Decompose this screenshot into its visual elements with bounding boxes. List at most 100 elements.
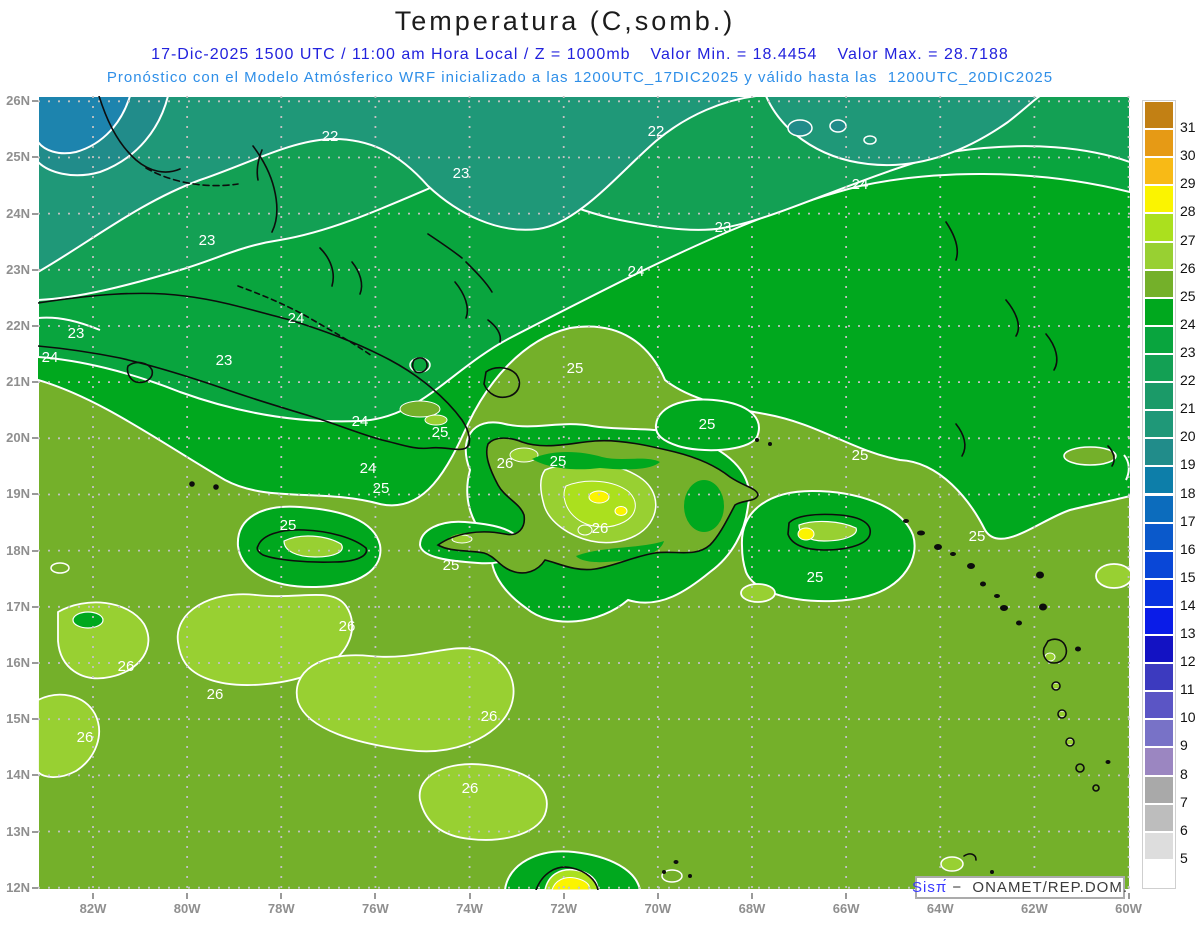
datetime-text: 17-Dic-2025 1500 UTC / 11:00 am Hora Loc… xyxy=(151,46,631,63)
lat-label-24N: 24N xyxy=(6,205,30,221)
colorbar-label-6: 6 xyxy=(1180,821,1188,838)
contour-label-23: 23 xyxy=(715,219,732,236)
contour-label-24: 24 xyxy=(42,349,59,366)
contour-label-26: 26 xyxy=(118,658,135,675)
colorbar-segment xyxy=(1144,101,1174,130)
colorbar-label-25: 25 xyxy=(1180,287,1196,304)
lon-tick xyxy=(280,893,283,899)
attribution-box: Sisπ́ − ONAMET/REP.DOM. xyxy=(911,876,1129,899)
colorbar-segment xyxy=(1144,578,1174,607)
colorbar-segment xyxy=(1144,157,1174,186)
sispi-brand: Sisπ́ xyxy=(911,879,948,896)
contour-label-23: 23 xyxy=(453,165,470,182)
contour-label-25: 25 xyxy=(969,528,986,545)
colorbar-segment xyxy=(1144,831,1174,860)
contour-label-25: 25 xyxy=(432,424,449,441)
lat-label-13N: 13N xyxy=(6,823,30,839)
colorbar-label-31: 31 xyxy=(1180,119,1196,136)
lon-label-82W: 82W xyxy=(79,901,107,916)
colorbar-segment xyxy=(1144,803,1174,832)
colorbar-label-30: 30 xyxy=(1180,147,1196,164)
contour-label-25: 25 xyxy=(280,517,297,534)
colorbar-segment xyxy=(1144,550,1174,579)
contour-label-25: 25 xyxy=(373,480,390,497)
colorbar-segment xyxy=(1144,325,1174,354)
colorbar-segment xyxy=(1144,438,1174,467)
lat-tick xyxy=(32,886,38,889)
colorbar-label-16: 16 xyxy=(1180,540,1196,557)
contour-label-23: 23 xyxy=(216,352,233,369)
contour-label-26: 26 xyxy=(207,686,224,703)
contour-label-26: 26 xyxy=(497,455,514,472)
lat-tick xyxy=(32,493,38,496)
lat-tick xyxy=(32,662,38,664)
contour-label-25: 25 xyxy=(443,557,460,574)
contour-label-26: 26 xyxy=(339,618,356,635)
contour-label-26: 26 xyxy=(592,520,609,537)
lon-label-74W: 74W xyxy=(456,901,483,916)
lat-tick xyxy=(32,718,38,721)
lat-label-16N: 16N xyxy=(6,655,30,670)
contour-label-24: 24 xyxy=(852,176,869,193)
lat-tick xyxy=(32,605,38,608)
colorbar-segment xyxy=(1144,297,1174,326)
contour-label-25: 25 xyxy=(550,453,567,470)
valor-max-text: Valor Max. = 28.7188 xyxy=(837,46,1009,63)
temperature-map: 22 22 23 23 23 23 23 24 24 24 24 24 24 25 25 25 25 25 25 25… xyxy=(37,95,1133,891)
lat-label-19N: 19N xyxy=(6,486,30,502)
colorbar-label-11: 11 xyxy=(1180,681,1195,698)
lat-label-17N: 17N xyxy=(6,598,30,614)
colorbar-segment xyxy=(1144,691,1174,720)
contour-label-25: 25 xyxy=(699,416,716,433)
colorbar-label-21: 21 xyxy=(1180,400,1196,417)
lon-tick xyxy=(186,893,189,899)
lat-tick xyxy=(32,381,38,384)
lat-label-22N: 22N xyxy=(6,317,30,333)
subtitle-model: Pronóstico con el Modelo Atmósferico WRF… xyxy=(106,69,1054,86)
colorbar-segment xyxy=(1144,719,1174,748)
colorbar-label-18: 18 xyxy=(1180,484,1196,501)
colorbar-segment xyxy=(1144,494,1174,523)
lon-label-80W: 80W xyxy=(173,901,201,916)
onamet-credit: − ONAMET/REP.DOM. xyxy=(947,879,1129,896)
colorbar-segment xyxy=(1144,747,1174,776)
contour-label-23: 23 xyxy=(199,232,216,249)
lat-tick xyxy=(32,437,38,440)
colorbar-label-26: 26 xyxy=(1180,259,1196,276)
lat-tick xyxy=(32,774,38,777)
colorbar-label-28: 28 xyxy=(1180,203,1196,220)
contour-label-24: 24 xyxy=(360,460,377,477)
colorbar-segment xyxy=(1144,241,1174,270)
colorbar-segment xyxy=(1144,466,1174,495)
lat-label-26N: 26N xyxy=(6,93,30,109)
colorbar-label-23: 23 xyxy=(1180,343,1196,360)
colorbar-segment xyxy=(1144,213,1174,242)
colorbar-label-22: 22 xyxy=(1180,372,1196,389)
colorbar-label-20: 20 xyxy=(1180,428,1196,445)
lon-tick xyxy=(750,893,753,899)
valor-min-text: Valor Min. = 18.4454 xyxy=(650,46,818,63)
colorbar xyxy=(1142,100,1176,889)
colorbar-label-27: 27 xyxy=(1180,231,1196,248)
contour-label-26: 26 xyxy=(462,780,479,797)
weather-map-page: Temperatura (C,somb.) 17-Dic-2025 1500 U… xyxy=(0,0,1200,927)
page-title: Temperatura (C,somb.) xyxy=(394,6,736,36)
lon-tick xyxy=(468,893,471,899)
lon-label-60W: 60W xyxy=(1115,901,1142,916)
lat-tick xyxy=(32,156,38,159)
lon-label-72W: 72W xyxy=(550,901,578,916)
lat-label-20N: 20N xyxy=(6,430,30,446)
colorbar-segment xyxy=(1144,185,1174,214)
lat-label-14N: 14N xyxy=(6,767,30,783)
contour-label-26: 26 xyxy=(77,729,94,746)
lat-label-15N: 15N xyxy=(6,711,30,727)
lat-tick xyxy=(32,830,38,833)
colorbar-segment xyxy=(1144,269,1174,298)
lat-tick xyxy=(32,100,38,103)
lon-label-78W: 78W xyxy=(267,901,295,916)
lat-label-23N: 23N xyxy=(6,261,30,277)
lat-tick xyxy=(32,324,38,327)
temperature-shading xyxy=(37,95,1133,891)
colorbar-segment xyxy=(1144,129,1174,158)
lon-label-66W: 66W xyxy=(832,901,860,916)
